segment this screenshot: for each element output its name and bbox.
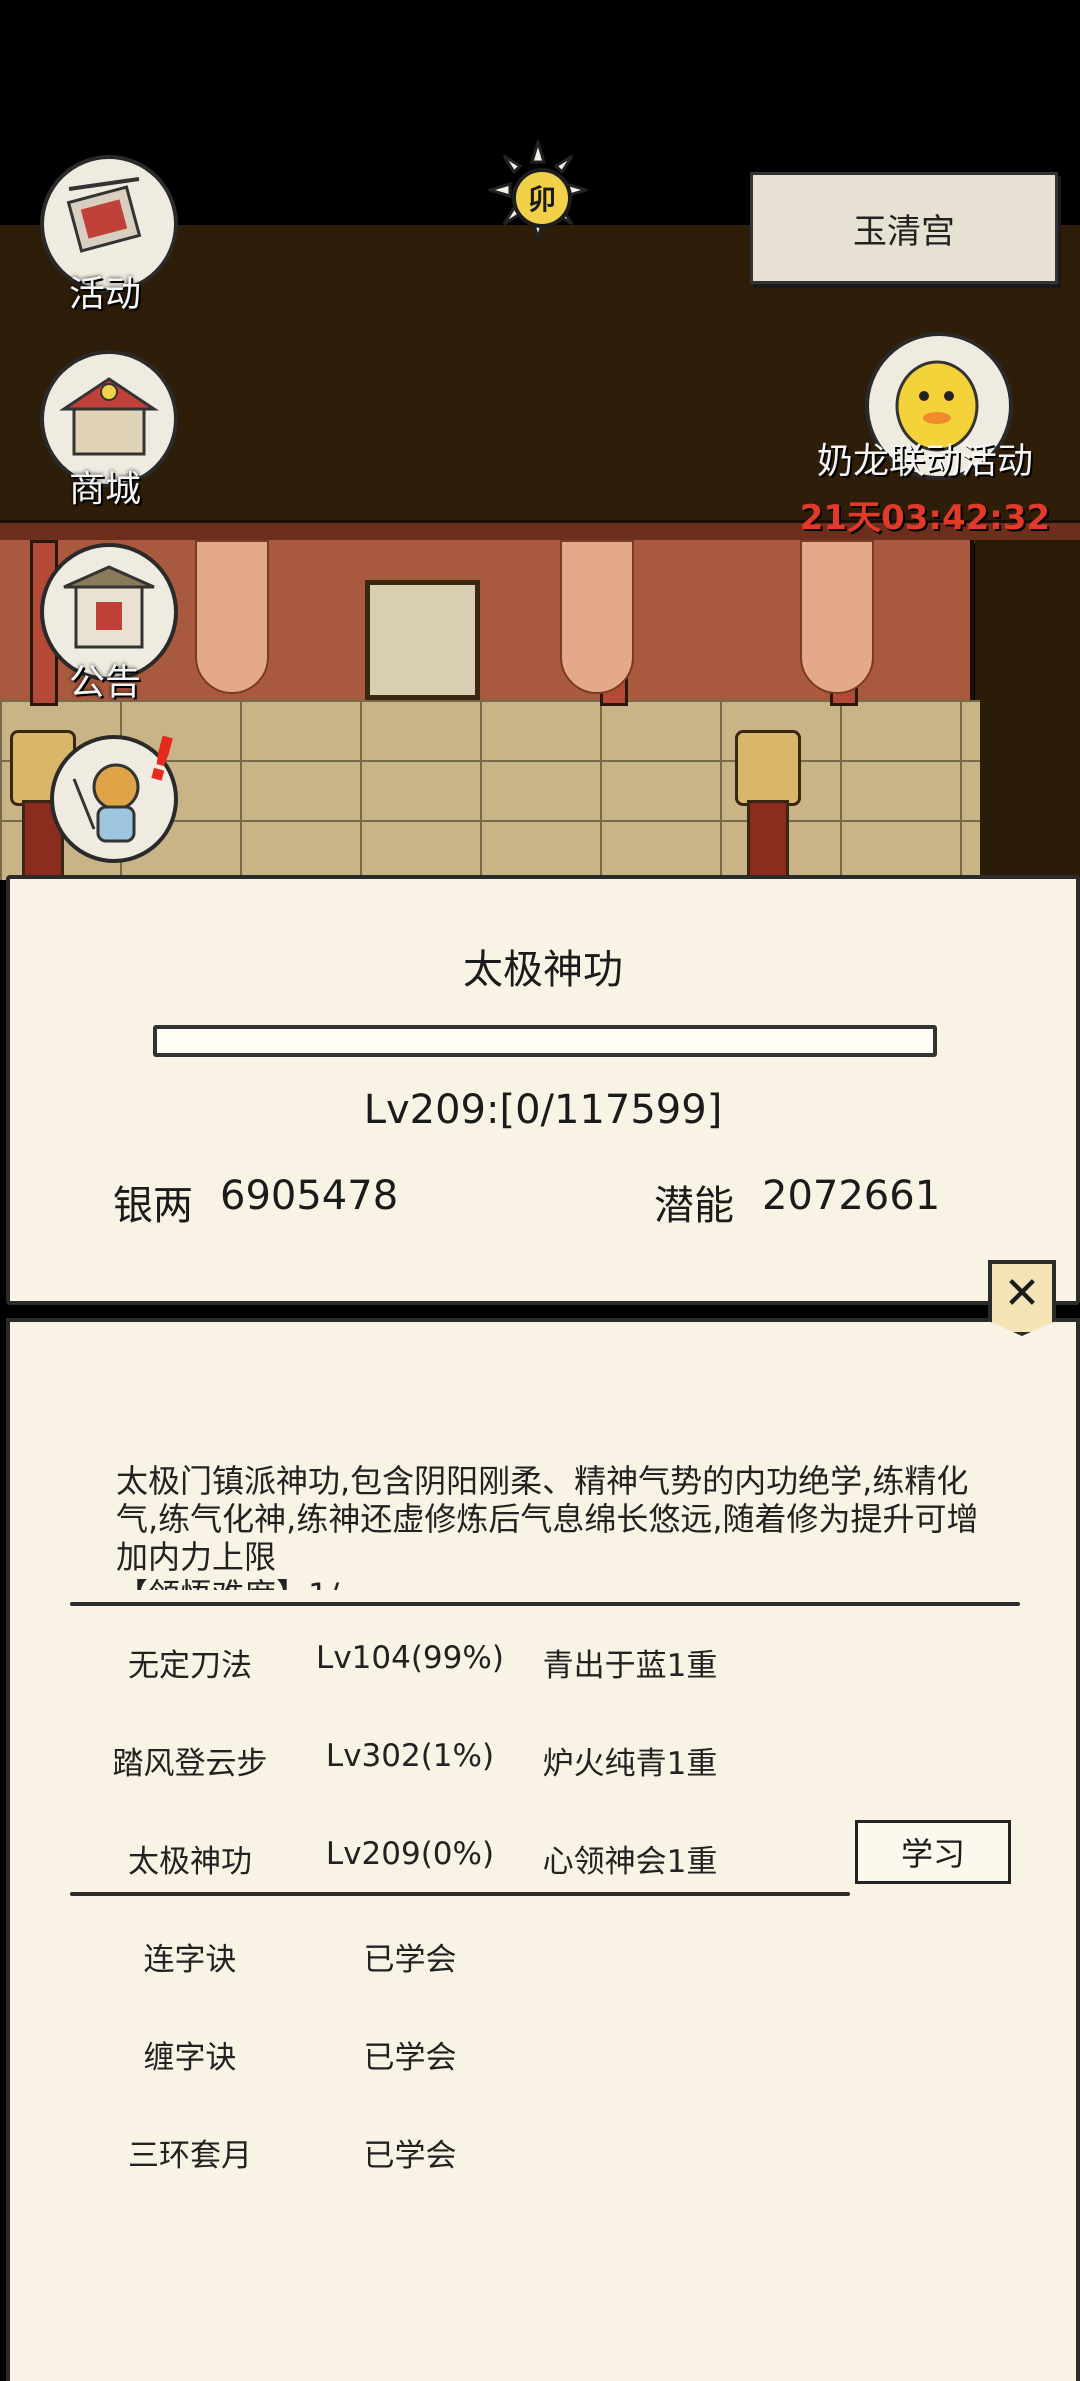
close-button[interactable]: ✕: [988, 1260, 1056, 1336]
learn-button[interactable]: 学习: [855, 1820, 1011, 1884]
activity-label: 活动: [68, 274, 141, 315]
skill-name[interactable]: 太极神功: [80, 1836, 300, 1881]
skill-description: 太极门镇派神功,包含阴阳刚柔、精神气势的内功绝学,练精化气,练气化神,练神还虚修…: [116, 1462, 979, 1576]
location-label[interactable]: 玉清宫: [750, 172, 1058, 284]
skill-level: Lv104(99%): [316, 1640, 504, 1676]
hall-window: [365, 580, 480, 700]
potential-value: 2072661: [762, 1173, 941, 1219]
skill-description-overflow: 【领悟难度】1/: [116, 1576, 816, 1590]
close-icon: ✕: [1003, 1267, 1041, 1319]
technique-name[interactable]: 连字诀: [80, 1934, 300, 1979]
skill-level: Lv209(0%): [325, 1836, 495, 1872]
time-badge[interactable]: 卯: [512, 168, 572, 228]
lantern: [735, 730, 801, 806]
curtain: [800, 540, 874, 694]
curtain: [195, 540, 269, 694]
technique-name[interactable]: 缠字诀: [80, 2032, 300, 2077]
skill-realm: 青出于蓝1重: [542, 1648, 718, 1684]
skill-realm: 炉火纯青1重: [542, 1746, 718, 1782]
technique-status: 已学会: [363, 2138, 457, 2174]
skill-info-panel: 太极神功 Lv209:[0/117599] 银两 6905478 潜能 2072…: [6, 875, 1080, 1305]
shop-label: 商城: [68, 469, 141, 510]
technique-status: 已学会: [363, 2040, 457, 2076]
skill-name[interactable]: 踏风登云步: [80, 1738, 300, 1783]
skill-realm: 心领神会1重: [542, 1844, 718, 1880]
technique-name[interactable]: 三环套月: [80, 2130, 300, 2175]
silver-value: 6905478: [220, 1173, 399, 1219]
level-text: Lv209:[0/117599]: [363, 1087, 723, 1133]
skill-level: Lv302(1%): [325, 1738, 495, 1774]
event-countdown: 21天03:42:32: [799, 498, 1051, 538]
divider: [70, 1602, 1020, 1606]
notice-label: 公告: [68, 662, 141, 703]
event-title[interactable]: 奶龙联动活动: [780, 432, 1070, 484]
skill-title: 太极神功: [463, 947, 623, 993]
technique-status: 已学会: [363, 1942, 457, 1978]
hall-side: [975, 540, 1080, 880]
divider: [70, 1892, 850, 1896]
potential-label: 潜能: [654, 1183, 734, 1229]
skill-name[interactable]: 无定刀法: [80, 1640, 300, 1685]
exp-progress-bar: [153, 1025, 937, 1057]
lantern-post: [747, 800, 789, 880]
silver-label: 银两: [113, 1183, 193, 1229]
curtain: [560, 540, 634, 694]
